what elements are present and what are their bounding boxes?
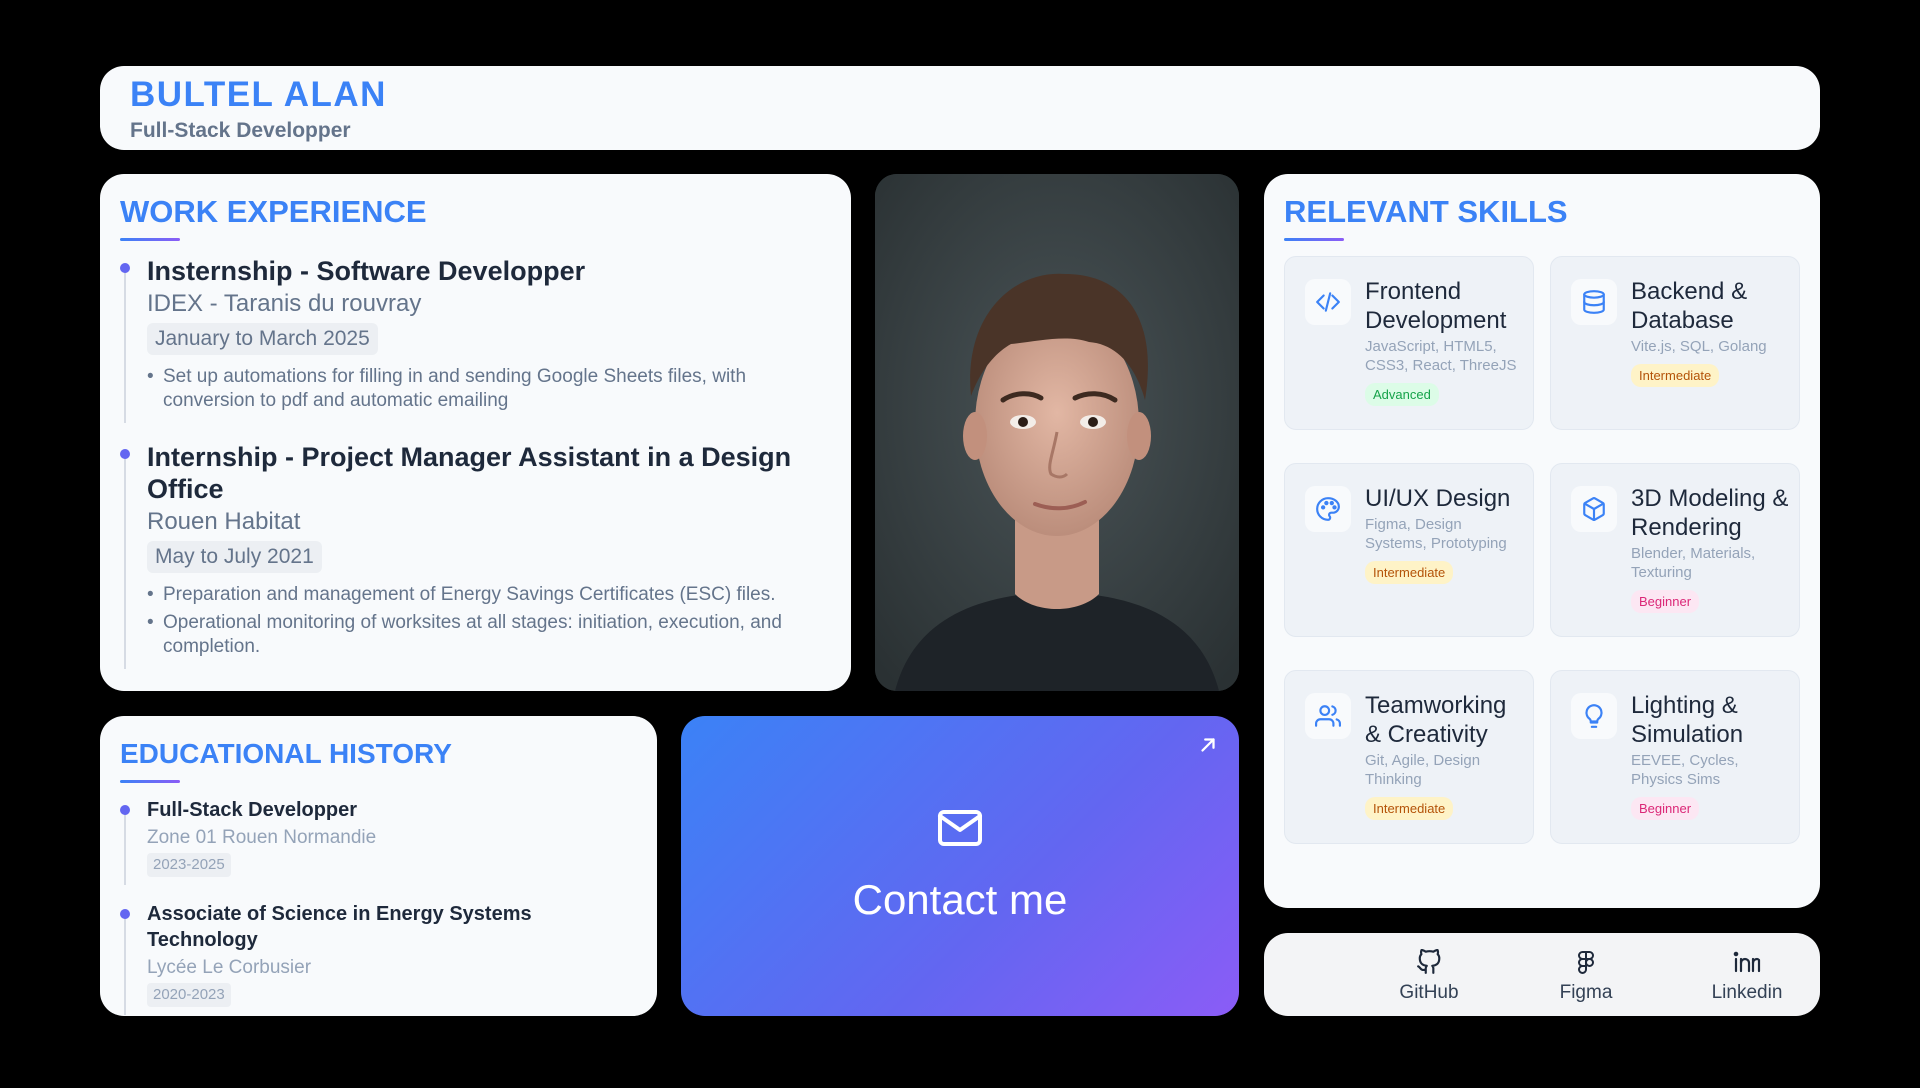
work-item-title: Insternship - Software Developper (147, 256, 586, 286)
education-item-org: Zone 01 Rouen Normandie (147, 827, 377, 848)
portrait-image (875, 174, 1239, 691)
skill-level-badge: Intermediate (1365, 797, 1454, 820)
skill-tech: Blender, Materials, Texturing (1631, 545, 1756, 581)
work-item-bullet: Preparation and management of Energy Sav… (147, 583, 831, 607)
github-label: GitHub (1399, 982, 1459, 1003)
github-icon (1379, 947, 1479, 977)
linkedin-icon (1697, 947, 1797, 977)
skill-tech: Vite.js, SQL, Golang (1631, 338, 1767, 355)
database-icon (1571, 279, 1617, 325)
skill-card-frontend[interactable]: Frontend Development JavaScript, HTML5, … (1284, 256, 1534, 430)
profile-header: BULTEL ALAN Full-Stack Developper (100, 66, 1820, 150)
skill-card-uiux[interactable]: UI/UX Design Figma, Design Systems, Prot… (1284, 463, 1534, 637)
skills-title: RELEVANT SKILLS (1284, 194, 1568, 229)
figma-link[interactable]: Figma (1536, 947, 1636, 1005)
education-item-org: Lycée Le Corbusier (147, 957, 312, 978)
lightbulb-icon (1571, 693, 1617, 739)
work-item-bullet: Operational monitoring of worksites at a… (147, 611, 831, 659)
skill-level-badge: Intermediate (1631, 364, 1720, 387)
code-icon (1305, 279, 1351, 325)
work-item-org: Rouen Habitat (147, 508, 301, 535)
work-experience-title: WORK EXPERIENCE (120, 194, 427, 229)
github-link[interactable]: GitHub (1379, 947, 1479, 1005)
work-item: Internship - Project Manager Assistant i… (120, 441, 831, 669)
title-underline (1284, 238, 1344, 241)
mail-icon (936, 804, 984, 857)
relevant-skills-card: RELEVANT SKILLS Frontend Development Jav… (1264, 174, 1820, 908)
educational-history-card: EDUCATIONAL HISTORY Full-Stack Developpe… (100, 716, 657, 1016)
skill-name: UI/UX Design (1365, 485, 1511, 512)
skill-card-teamworking[interactable]: Teamworking & Creativity Git, Agile, Des… (1284, 670, 1534, 844)
education-item-date: 2020-2023 (147, 983, 231, 1007)
skill-card-lighting[interactable]: Lighting & Simulation EEVEE, Cycles, Phy… (1550, 670, 1800, 844)
education-timeline: Full-Stack Developper Zone 01 Rouen Norm… (120, 797, 637, 1015)
skill-level-badge: Advanced (1365, 383, 1439, 406)
skill-level-badge: Beginner (1631, 590, 1700, 613)
figma-label: Figma (1559, 982, 1613, 1003)
profile-photo (875, 174, 1239, 691)
work-item-title: Internship - Project Manager Assistant i… (147, 442, 792, 504)
skill-tech: Figma, Design Systems, Prototyping (1365, 516, 1507, 552)
title-underline (120, 238, 180, 241)
work-experience-card: WORK EXPERIENCE Insternship - Software D… (100, 174, 851, 691)
skill-tech: EEVEE, Cycles, Physics Sims (1631, 752, 1739, 788)
timeline-dot (120, 805, 130, 815)
work-item-date: January to March 2025 (147, 323, 378, 355)
education-title: EDUCATIONAL HISTORY (120, 738, 452, 769)
skill-tech: Git, Agile, Design Thinking (1365, 752, 1481, 788)
arrow-up-right-icon (1197, 734, 1219, 761)
education-item: Full-Stack Developper Zone 01 Rouen Norm… (120, 797, 637, 885)
timeline-dot (120, 263, 130, 273)
skill-level-badge: Intermediate (1365, 561, 1454, 584)
cube-icon (1571, 486, 1617, 532)
work-item: Insternship - Software Developper IDEX -… (120, 255, 831, 423)
work-item-org: IDEX - Taranis du rouvray (147, 290, 422, 317)
education-item: Associate of Science in Energy Systems T… (120, 901, 637, 1015)
skill-name: Backend & Database (1631, 278, 1748, 334)
skill-level-badge: Beginner (1631, 797, 1700, 820)
work-timeline: Insternship - Software Developper IDEX -… (120, 255, 831, 669)
education-item-date: 2023-2025 (147, 853, 231, 877)
contact-me-button[interactable]: Contact me (681, 716, 1239, 1016)
users-icon (1305, 693, 1351, 739)
linkedin-link[interactable]: Linkedin (1697, 947, 1797, 1005)
palette-icon (1305, 486, 1351, 532)
timeline-dot (120, 909, 130, 919)
education-item-title: Associate of Science in Energy Systems T… (147, 903, 532, 951)
skill-tech: JavaScript, HTML5, CSS3, React, ThreeJS (1365, 338, 1517, 374)
profile-name: BULTEL ALAN (130, 75, 387, 114)
linkedin-label: Linkedin (1711, 982, 1783, 1003)
timeline-dot (120, 449, 130, 459)
skill-card-3d-modeling[interactable]: 3D Modeling & Rendering Blender, Materia… (1550, 463, 1800, 637)
work-item-bullet: Set up automations for filling in and se… (147, 365, 831, 413)
social-links-card: GitHub Figma Linkedin (1264, 933, 1820, 1016)
work-item-date: May to July 2021 (147, 541, 322, 573)
skill-name: Frontend Development (1365, 278, 1507, 334)
figma-icon (1536, 947, 1636, 977)
profile-role: Full-Stack Developper (130, 119, 351, 142)
skill-card-backend[interactable]: Backend & Database Vite.js, SQL, Golang … (1550, 256, 1800, 430)
contact-me-label: Contact me (852, 876, 1068, 923)
title-underline (120, 780, 180, 783)
skill-name: Teamworking & Creativity (1365, 692, 1507, 748)
skill-name: Lighting & Simulation (1631, 692, 1744, 748)
education-item-title: Full-Stack Developper (147, 799, 358, 821)
skill-name: 3D Modeling & Rendering (1631, 485, 1789, 541)
